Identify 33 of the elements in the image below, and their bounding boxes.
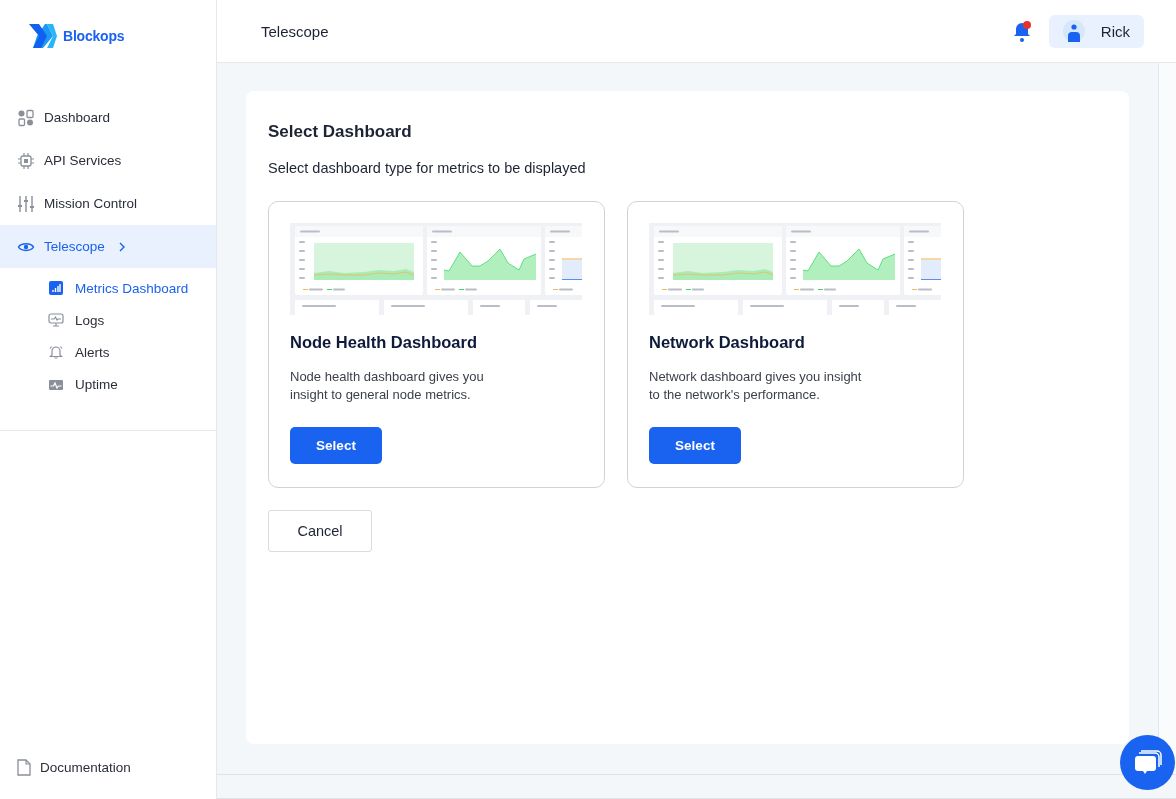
- brand-name: Blockops: [63, 27, 125, 44]
- logo-icon: [29, 23, 57, 48]
- page-title: Telescope: [261, 22, 330, 40]
- notification-bell-icon[interactable]: [1012, 19, 1033, 43]
- submenu-item[interactable]: Metrics Dashboard: [48, 272, 216, 304]
- document-icon: [17, 759, 31, 776]
- select-button[interactable]: Select: [649, 427, 741, 464]
- bar-chart-icon: [48, 281, 64, 295]
- card-description: Node health dashboard gives you insight to general node metrics.: [290, 368, 485, 404]
- card-title: Node Health Dashboard: [290, 333, 479, 352]
- sliders-icon: [17, 194, 35, 213]
- uptime-icon: [48, 377, 64, 391]
- sidebar-item[interactable]: Documentation: [0, 746, 216, 789]
- sidebar-item[interactable]: Mission Control: [0, 182, 216, 225]
- card-title: Network Dashboard: [649, 333, 806, 352]
- user-menu[interactable]: Rick: [1048, 14, 1144, 48]
- monitor-icon: [48, 313, 64, 327]
- submenu-item[interactable]: Uptime: [48, 368, 216, 400]
- sidebar-item[interactable]: Telescope: [0, 225, 216, 268]
- sidebar-item[interactable]: Dashboard: [0, 96, 216, 139]
- bell-icon: [48, 344, 64, 360]
- submenu-item[interactable]: Alerts: [48, 336, 216, 368]
- chip-icon: [17, 151, 35, 170]
- card-description: Network dashboard gives you insight to the network's performance.: [649, 368, 863, 404]
- avatar-icon: [1062, 20, 1085, 42]
- cancel-button[interactable]: Cancel: [268, 510, 372, 552]
- select-button[interactable]: Select: [290, 427, 382, 464]
- submenu-item[interactable]: Logs: [48, 304, 216, 336]
- dashboard-icon: [17, 108, 35, 127]
- sidebar-item[interactable]: API Services: [0, 139, 216, 182]
- section-title: Select Dashboard: [268, 122, 413, 142]
- section-subtitle: Select dashboard type for metrics to be displayed: [268, 160, 587, 176]
- scrollbar[interactable]: [1158, 63, 1176, 774]
